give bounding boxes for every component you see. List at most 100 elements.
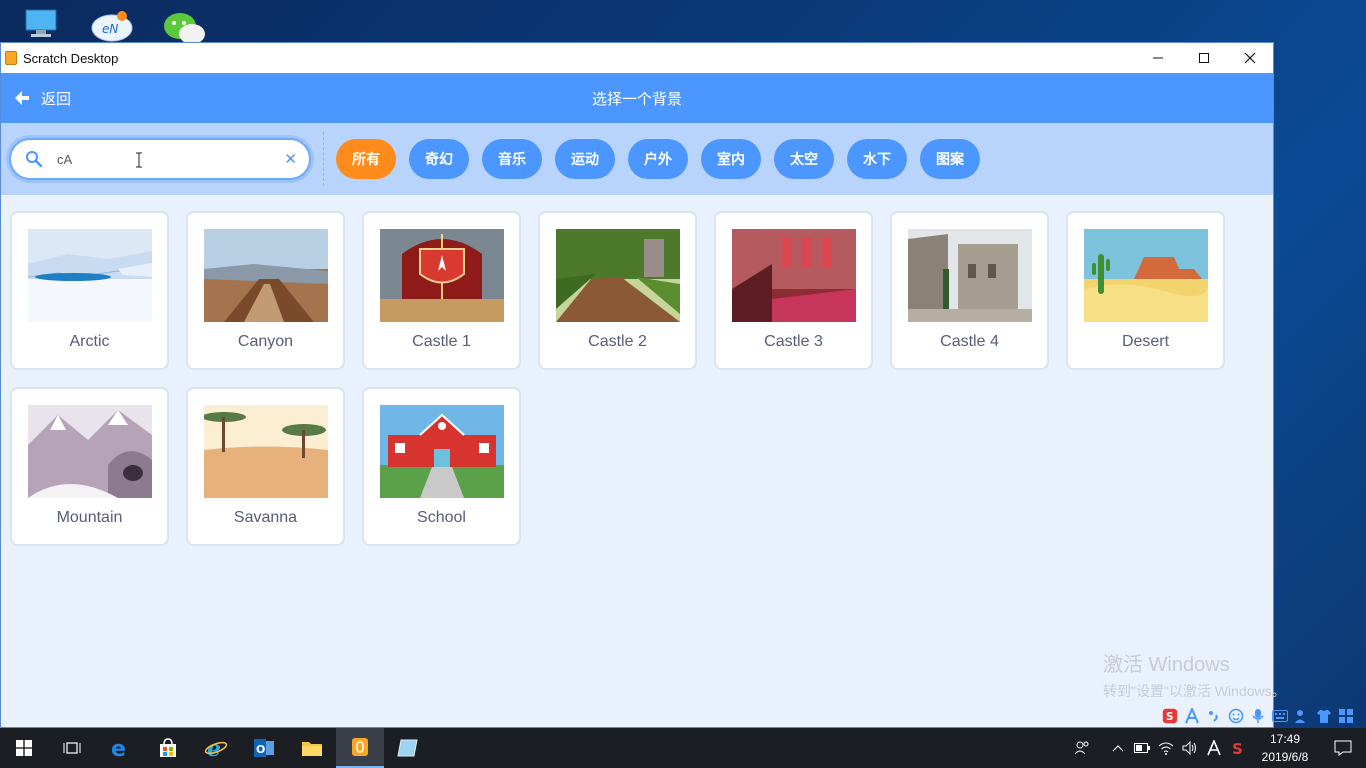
backdrop-card[interactable]: School — [362, 387, 521, 546]
backdrop-name: Castle 3 — [764, 333, 823, 350]
taskbar: e e O S 17:49 2019/6/8 — [0, 728, 1366, 768]
wechat-desktop-icon[interactable] — [160, 8, 205, 44]
task-view-icon — [63, 742, 81, 754]
backdrop-name: Savanna — [233, 509, 298, 526]
title-bar: Scratch Desktop — [1, 43, 1273, 73]
svg-text:S: S — [1166, 711, 1173, 723]
clock-date: 2019/6/8 — [1261, 750, 1309, 764]
close-icon — [1244, 52, 1256, 64]
show-hidden-icons-chevron-icon[interactable] — [1106, 728, 1130, 768]
ime-skin-icon[interactable] — [1316, 708, 1332, 724]
notes-taskbar-button[interactable] — [384, 728, 432, 768]
tag-button[interactable]: 图案 — [920, 139, 980, 179]
edge-icon: e — [111, 737, 126, 759]
backdrop-thumbnail — [28, 229, 152, 322]
svg-text:e: e — [111, 737, 126, 759]
ime-voice-icon[interactable] — [1250, 708, 1266, 724]
start-button[interactable] — [0, 728, 48, 768]
backdrop-name: Castle 2 — [588, 333, 647, 350]
clock-time: 17:49 — [1269, 732, 1301, 746]
backdrop-thumbnail — [732, 229, 856, 322]
backdrop-card[interactable]: Mountain — [10, 387, 169, 546]
ime-toolbox-icon[interactable] — [1338, 708, 1354, 724]
scratch-icon — [352, 738, 368, 756]
wifi-icon[interactable] — [1154, 728, 1178, 768]
input-language-icon[interactable] — [1202, 728, 1226, 768]
backdrop-name: Castle 1 — [412, 333, 471, 350]
minimize-icon — [1153, 57, 1163, 59]
backdrop-card[interactable]: Castle 2 — [538, 211, 697, 370]
backdrop-name: Castle 4 — [940, 333, 999, 350]
backdrop-card[interactable]: Desert — [1066, 211, 1225, 370]
backdrop-name: Desert — [1121, 333, 1170, 350]
ime-user-icon[interactable] — [1294, 708, 1310, 724]
window-title: Scratch Desktop — [23, 50, 119, 66]
library-header: 返回 选择一个背景 — [1, 73, 1273, 123]
clock[interactable]: 17:49 2019/6/8 — [1250, 730, 1320, 766]
file-explorer-taskbar-button[interactable] — [288, 728, 336, 768]
task-view-button[interactable] — [48, 728, 96, 768]
volume-icon[interactable] — [1178, 728, 1202, 768]
search-box[interactable]: ✕ — [9, 138, 311, 180]
tag-button[interactable]: 水下 — [847, 139, 907, 179]
backdrop-thumbnail — [204, 229, 328, 322]
backdrop-thumbnail — [556, 229, 680, 322]
minimize-button[interactable] — [1135, 43, 1181, 73]
tag-button[interactable]: 户外 — [628, 139, 688, 179]
ime-language-icon[interactable] — [1184, 708, 1200, 724]
ime-toolbar: S — [1158, 704, 1366, 728]
backdrop-card[interactable]: Arctic — [10, 211, 169, 370]
back-arrow-icon — [15, 91, 29, 105]
tag-button[interactable]: 运动 — [555, 139, 615, 179]
tag-list: 所有 奇幻 音乐 运动 户外 室内 太空 水下 图案 — [336, 139, 993, 179]
sogou-tray-icon[interactable]: S — [1226, 728, 1250, 768]
notification-center-icon[interactable] — [1320, 728, 1366, 768]
outlook-icon: O — [254, 739, 274, 757]
backdrop-card[interactable]: Castle 3 — [714, 211, 873, 370]
ime-emoji-icon[interactable] — [1228, 708, 1244, 724]
back-label: 返回 — [41, 89, 72, 108]
windows-logo-icon — [16, 740, 32, 756]
text-cursor-icon — [136, 152, 142, 168]
backdrop-name: Canyon — [237, 333, 294, 350]
ime-punctuation-icon[interactable] — [1206, 708, 1222, 724]
search-input[interactable] — [57, 151, 257, 167]
backdrop-card[interactable]: Castle 1 — [362, 211, 521, 370]
svg-text:eN: eN — [102, 22, 118, 36]
tag-button[interactable]: 奇幻 — [409, 139, 469, 179]
clear-search-icon[interactable]: ✕ — [284, 150, 297, 168]
tag-button[interactable]: 室内 — [701, 139, 761, 179]
backdrop-name: Arctic — [69, 333, 110, 350]
backdrop-thumbnail — [1084, 229, 1208, 322]
store-icon — [160, 738, 176, 757]
svg-text:S: S — [1232, 740, 1243, 756]
backdrop-card[interactable]: Savanna — [186, 387, 345, 546]
activation-watermark: 激活 Windows 转到"设置"以激活 Windows。 — [1103, 648, 1286, 701]
svg-text:e: e — [207, 737, 221, 759]
close-button[interactable] — [1227, 43, 1273, 73]
people-icon[interactable] — [1070, 728, 1094, 768]
outlook-taskbar-button[interactable]: O — [240, 728, 288, 768]
tag-button[interactable]: 太空 — [774, 139, 834, 179]
scratch-taskbar-button[interactable] — [336, 728, 384, 768]
ime-keyboard-icon[interactable] — [1272, 708, 1288, 724]
tag-button[interactable]: 音乐 — [482, 139, 542, 179]
backdrop-card[interactable]: Canyon — [186, 211, 345, 370]
tag-button[interactable]: 所有 — [336, 139, 396, 179]
backdrop-thumbnail — [204, 405, 328, 498]
back-button[interactable]: 返回 — [13, 88, 71, 109]
battery-icon[interactable] — [1130, 728, 1154, 768]
backdrop-card[interactable]: Castle 4 — [890, 211, 1049, 370]
watermark-subtitle: 转到"设置"以激活 Windows。 — [1103, 683, 1286, 699]
maximize-button[interactable] — [1181, 43, 1227, 73]
env-desktop-icon[interactable]: eN — [90, 8, 133, 42]
this-pc-desktop-icon[interactable] — [24, 8, 64, 42]
ie-taskbar-button[interactable]: e — [192, 728, 240, 768]
edge-taskbar-button[interactable]: e — [96, 728, 144, 768]
sogou-ime-icon[interactable]: S — [1162, 708, 1178, 724]
system-tray: S 17:49 2019/6/8 — [1070, 728, 1366, 768]
maximize-icon — [1199, 53, 1209, 63]
search-icon — [26, 151, 43, 168]
store-taskbar-button[interactable] — [144, 728, 192, 768]
page-title: 选择一个背景 — [591, 89, 682, 108]
